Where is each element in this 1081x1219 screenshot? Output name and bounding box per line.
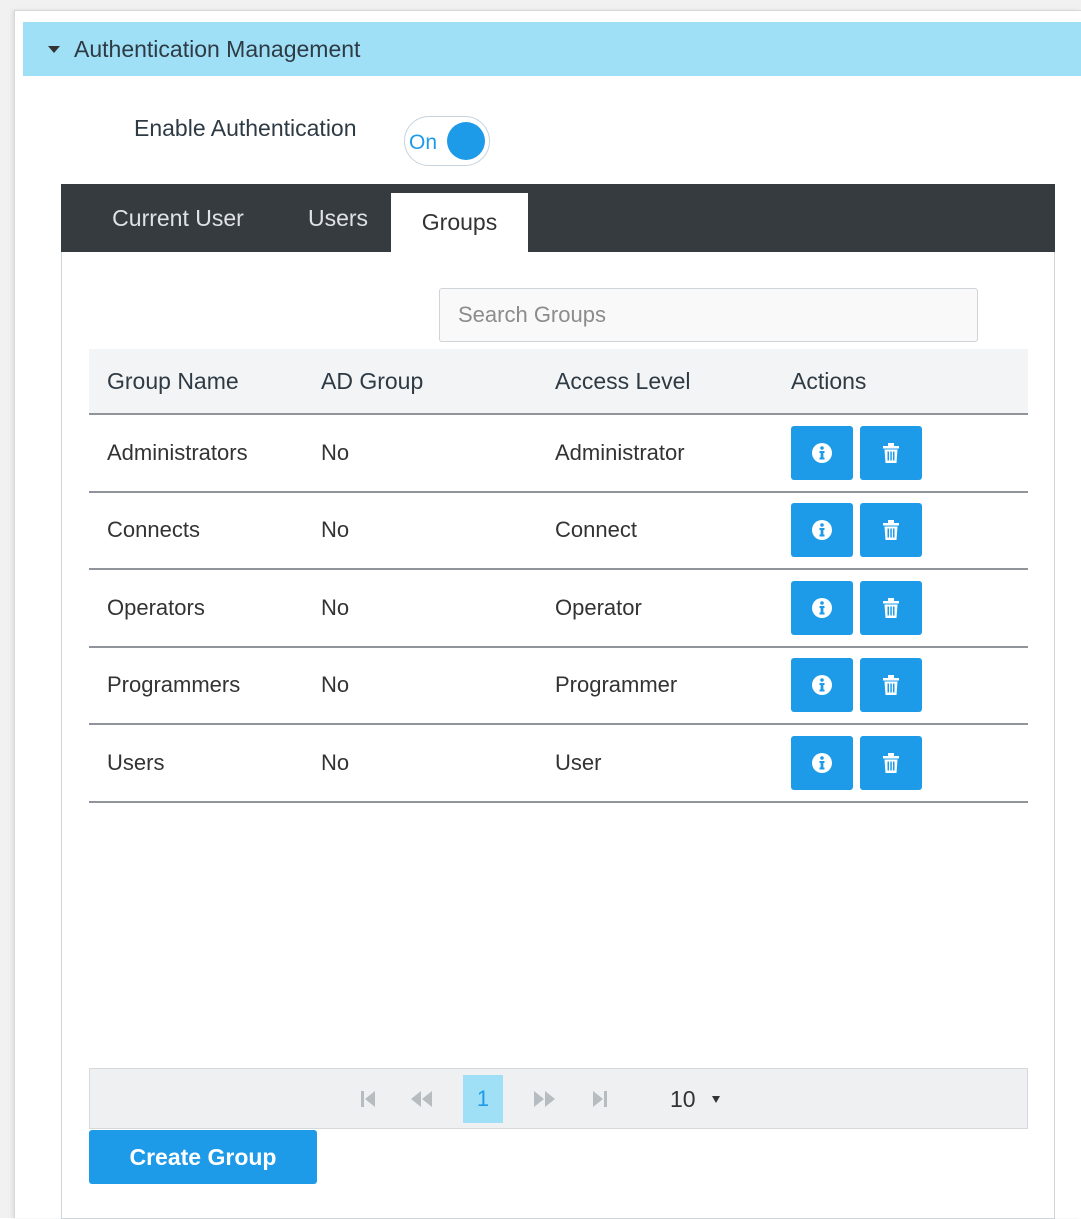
window-frame: Authentication Management Enable Authent… bbox=[0, 0, 1081, 1219]
table-header: Group Name AD Group Access Level Actions bbox=[89, 349, 1028, 415]
info-button[interactable] bbox=[791, 658, 853, 713]
column-header-access-level[interactable]: Access Level bbox=[555, 368, 791, 395]
access-level-cell: Operator bbox=[555, 594, 642, 620]
next-page-button[interactable] bbox=[528, 1084, 560, 1114]
info-button[interactable] bbox=[791, 503, 853, 558]
trash-icon bbox=[883, 752, 899, 773]
last-page-icon bbox=[593, 1091, 607, 1107]
info-icon bbox=[812, 675, 832, 696]
first-page-button[interactable] bbox=[355, 1084, 381, 1114]
toggle-knob bbox=[447, 122, 485, 160]
page-size-select[interactable]: 10 bbox=[670, 1082, 720, 1116]
trash-icon bbox=[883, 442, 899, 463]
group-name-cell: Operators bbox=[107, 594, 205, 620]
trash-icon bbox=[883, 675, 899, 696]
actions-cell bbox=[791, 425, 1028, 480]
ad-group-cell: No bbox=[321, 517, 350, 543]
table-row: Operators No Operator bbox=[89, 570, 1028, 648]
delete-button[interactable] bbox=[860, 503, 922, 558]
caret-down-icon[interactable] bbox=[48, 45, 60, 53]
tab-groups[interactable]: Groups bbox=[391, 193, 528, 252]
groups-table: Group Name AD Group Access Level Actions… bbox=[89, 349, 1028, 803]
previous-page-button[interactable] bbox=[406, 1084, 438, 1114]
column-header-ad-group[interactable]: AD Group bbox=[321, 368, 555, 395]
page-size-value: 10 bbox=[670, 1085, 696, 1112]
ad-group-cell: No bbox=[321, 439, 350, 465]
access-level-cell: User bbox=[555, 749, 602, 775]
table-row: Programmers No Programmer bbox=[89, 648, 1028, 725]
table-row: Connects No Connect bbox=[89, 493, 1028, 570]
settings-panel: Authentication Management Enable Authent… bbox=[14, 10, 1081, 1219]
access-level-cell: Connect bbox=[555, 517, 637, 543]
table-row: Users No User bbox=[89, 725, 1028, 803]
pagination-bar: 1 10 bbox=[89, 1068, 1028, 1129]
ad-group-cell: No bbox=[321, 672, 350, 698]
tab-bar: Current User Users Groups bbox=[61, 184, 1055, 252]
first-page-icon bbox=[361, 1091, 375, 1107]
ad-group-cell: No bbox=[321, 749, 350, 775]
last-page-button[interactable] bbox=[587, 1084, 613, 1114]
table-row: Administrators No Administrator bbox=[89, 415, 1028, 493]
rewind-icon bbox=[411, 1091, 432, 1107]
enable-authentication-toggle[interactable]: On bbox=[404, 116, 490, 166]
chevron-down-icon bbox=[711, 1095, 720, 1103]
tab-card: Current User Users Groups Group Name AD … bbox=[61, 184, 1055, 1219]
access-level-cell: Programmer bbox=[555, 672, 678, 698]
info-button[interactable] bbox=[791, 580, 853, 635]
create-group-button[interactable]: Create Group bbox=[89, 1130, 317, 1184]
search-groups-input[interactable] bbox=[439, 288, 978, 342]
ad-group-cell: No bbox=[321, 594, 350, 620]
actions-cell bbox=[791, 503, 1028, 558]
page-number-current[interactable]: 1 bbox=[463, 1075, 503, 1123]
trash-icon bbox=[883, 597, 899, 618]
group-name-cell: Connects bbox=[107, 517, 200, 543]
access-level-cell: Administrator bbox=[555, 439, 685, 465]
column-header-actions: Actions bbox=[791, 367, 867, 394]
delete-button[interactable] bbox=[860, 735, 922, 790]
info-button[interactable] bbox=[791, 735, 853, 790]
group-name-cell: Programmers bbox=[107, 672, 241, 698]
info-icon bbox=[812, 752, 832, 773]
delete-button[interactable] bbox=[860, 425, 922, 480]
group-name-cell: Administrators bbox=[107, 439, 248, 465]
actions-cell bbox=[791, 658, 1028, 713]
info-icon bbox=[812, 442, 832, 463]
info-icon bbox=[812, 597, 832, 618]
section-title: Authentication Management bbox=[74, 35, 361, 62]
delete-button[interactable] bbox=[860, 658, 922, 713]
trash-icon bbox=[883, 520, 899, 541]
fast-forward-icon bbox=[534, 1091, 555, 1107]
group-name-cell: Users bbox=[107, 749, 165, 775]
info-button[interactable] bbox=[791, 425, 853, 480]
actions-cell bbox=[791, 735, 1028, 790]
tab-users[interactable]: Users bbox=[283, 184, 393, 252]
info-icon bbox=[812, 520, 832, 541]
tab-current-user[interactable]: Current User bbox=[83, 184, 273, 252]
delete-button[interactable] bbox=[860, 580, 922, 635]
actions-cell bbox=[791, 580, 1028, 635]
section-header[interactable]: Authentication Management bbox=[23, 22, 1081, 76]
column-header-group-name[interactable]: Group Name bbox=[89, 368, 321, 395]
enable-authentication-label: Enable Authentication bbox=[134, 115, 357, 141]
toggle-state-text: On bbox=[409, 131, 438, 154]
